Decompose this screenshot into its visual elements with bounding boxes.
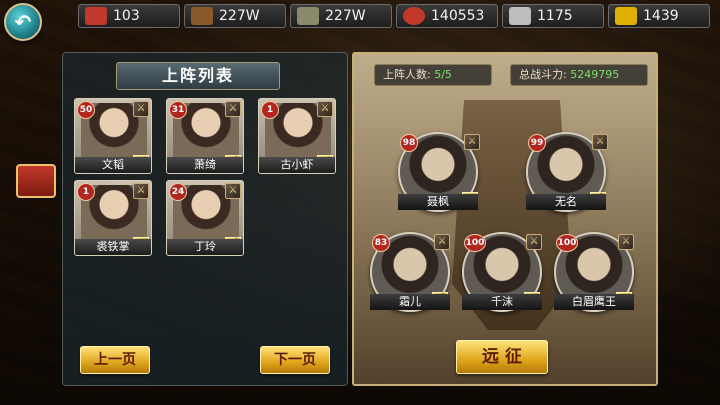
stone-icon <box>297 7 319 25</box>
team-member-name: 霜儿 <box>370 294 450 310</box>
panel-title: 上阵列表 <box>116 62 280 90</box>
expedition-button[interactable]: 远 征 <box>456 340 548 374</box>
back-button[interactable]: ↶ <box>4 3 42 41</box>
power-label: 总战斗力: <box>519 68 567 81</box>
level-badge: 99 <box>528 134 546 152</box>
hero-name: 裘铁掌 <box>75 239 151 255</box>
level-badge: 24 <box>169 183 187 201</box>
level-badge: 83 <box>372 234 390 252</box>
level-badge: 1 <box>77 183 95 201</box>
resource-gold: 1439 <box>608 4 710 28</box>
meat-icon <box>403 7 425 25</box>
back-arrow-icon: ↶ <box>14 10 32 34</box>
equipment-icon: ⚔ <box>434 234 450 250</box>
level-badge: 100 <box>464 234 486 252</box>
level-badge: 1 <box>261 101 279 119</box>
power-value: 5249795 <box>570 68 620 81</box>
total-power: 总战斗力: 5249795 <box>510 64 648 86</box>
resource-value: 227W <box>325 8 366 24</box>
resource-stone: 227W <box>290 4 392 28</box>
level-badge: 98 <box>400 134 418 152</box>
equipment-icon: ⚔ <box>133 101 149 117</box>
equipment-icon: ⚔ <box>317 101 333 117</box>
hero-card[interactable]: 50 ⚔ ✖ 文韬 <box>74 98 152 174</box>
resource-value: 103 <box>113 8 140 24</box>
resource-meat: 140553 <box>396 4 498 28</box>
equipment-icon: ⚔ <box>526 234 542 250</box>
level-badge: 31 <box>169 101 187 119</box>
prev-page-button[interactable]: 上一页 <box>80 346 150 374</box>
silver-ingot-icon <box>509 7 531 25</box>
next-page-button[interactable]: 下一页 <box>260 346 330 374</box>
lineup-label: 上阵人数: <box>383 68 431 81</box>
equipment-icon: ⚔ <box>225 101 241 117</box>
equipment-icon: ⚔ <box>592 134 608 150</box>
hero-card[interactable]: 1 ⚔ ✋ 裘铁掌 <box>74 180 152 256</box>
resource-value: 1439 <box>643 8 679 24</box>
team-member-name: 无名 <box>526 194 606 210</box>
hero-name: 文韬 <box>75 157 151 173</box>
resource-silver: 1175 <box>502 4 604 28</box>
treasure-chest-icon[interactable] <box>16 164 56 198</box>
level-badge: 100 <box>556 234 578 252</box>
equipment-icon: ⚔ <box>225 183 241 199</box>
equipment-icon: ⚔ <box>464 134 480 150</box>
lineup-value: 5/5 <box>434 68 452 81</box>
team-member-name: 千沫 <box>462 294 542 310</box>
resource-value: 1175 <box>537 8 573 24</box>
resource-value: 140553 <box>431 8 485 24</box>
hero-card[interactable]: 24 ⚔ ╱ 丁玲 <box>166 180 244 256</box>
lineup-count: 上阵人数: 5/5 <box>374 64 492 86</box>
hero-name: 萧绮 <box>167 157 243 173</box>
team-member-name: 白眉鹰王 <box>554 294 634 310</box>
gold-ingot-icon <box>615 7 637 25</box>
team-member-name: 聂枫 <box>398 194 478 210</box>
resource-bar: ↶ 103 227W 227W 140553 1175 1439 <box>0 0 720 41</box>
equipment-icon: ⚔ <box>133 183 149 199</box>
resource-wood: 227W <box>184 4 286 28</box>
scroll-icon <box>85 7 107 25</box>
level-badge: 50 <box>77 101 95 119</box>
wood-icon <box>191 7 213 25</box>
hero-card[interactable]: 31 ⚔ ╱ 萧绮 <box>166 98 244 174</box>
resource-scroll: 103 <box>78 4 180 28</box>
equipment-icon: ⚔ <box>618 234 634 250</box>
hero-name: 丁玲 <box>167 239 243 255</box>
hero-card[interactable]: 1 ⚔ ✖ 古小虾 <box>258 98 336 174</box>
hero-name: 古小虾 <box>259 157 335 173</box>
resource-value: 227W <box>219 8 260 24</box>
